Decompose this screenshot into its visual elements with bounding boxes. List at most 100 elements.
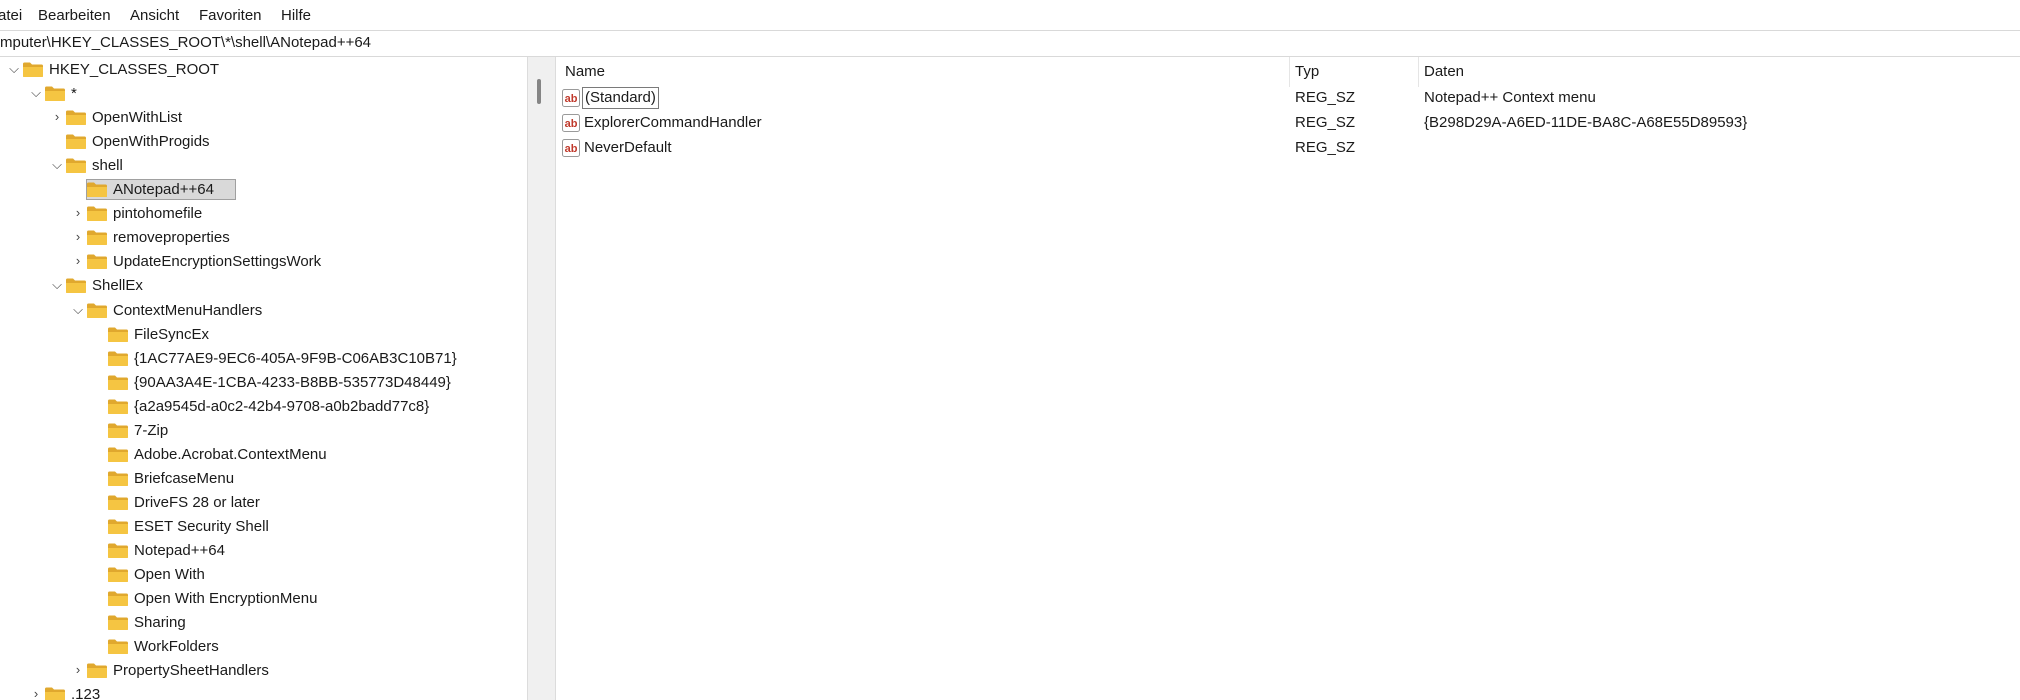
menu-bar: atei Bearbeiten Ansicht Favoriten Hilfe xyxy=(0,0,2020,28)
chevron-right-icon[interactable]: › xyxy=(71,663,85,677)
tree-node[interactable]: {a2a9545d-a0c2-42b4-9708-a0b2badd77c8} xyxy=(0,396,527,418)
value-type: REG_SZ xyxy=(1295,114,1356,131)
tree-node[interactable]: Open With xyxy=(0,564,527,586)
tree-node[interactable]: › UpdateEncryptionSettingsWork xyxy=(0,251,527,273)
tree-node-label: Open With EncryptionMenu xyxy=(134,590,318,608)
tree-node-label: HKEY_CLASSES_ROOT xyxy=(49,61,220,78)
tree-node[interactable]: ⌵ ShellEx xyxy=(0,275,527,297)
folder-icon xyxy=(107,614,129,631)
chevron-right-icon[interactable]: › xyxy=(71,230,85,244)
reg-sz-icon: ab xyxy=(562,139,580,157)
tree-node[interactable]: ANotepad++64 xyxy=(0,179,527,201)
tree-scrollbar[interactable] xyxy=(527,57,556,700)
value-row[interactable]: ab ExplorerCommandHandler REG_SZ {B298D29A-… xyxy=(556,111,2020,135)
folder-icon xyxy=(86,205,108,222)
tree-node[interactable]: ⌵ ContextMenuHandlers xyxy=(0,300,527,322)
tree-node-label: Open With xyxy=(134,566,205,584)
tree-node[interactable]: Open With EncryptionMenu xyxy=(0,588,527,610)
reg-sz-icon: ab xyxy=(562,114,580,132)
tree-node-label: removeproperties xyxy=(113,229,230,247)
chevron-down-icon[interactable]: ⌵ xyxy=(50,158,64,172)
folder-icon xyxy=(86,302,108,319)
tree-node-label: {1AC77AE9-9EC6-405A-9F9B-C06AB3C10B71} xyxy=(134,349,457,367)
tree-node[interactable]: ⌵ HKEY_CLASSES_ROOT xyxy=(0,59,527,81)
chevron-right-icon[interactable]: › xyxy=(71,206,85,220)
chevron-down-icon[interactable]: ⌵ xyxy=(29,86,43,100)
tree-node-label: Notepad++64 xyxy=(134,542,225,559)
column-header-type[interactable]: Typ xyxy=(1295,63,1319,80)
folder-icon xyxy=(107,494,129,511)
value-data: Notepad++ Context menu xyxy=(1424,89,1596,106)
chevron-down-icon[interactable]: ⌵ xyxy=(7,62,21,76)
menu-file[interactable]: atei xyxy=(0,6,22,26)
folder-icon xyxy=(107,542,129,559)
tree-node[interactable]: ⌵ shell xyxy=(0,155,527,177)
tree-node[interactable]: {1AC77AE9-9EC6-405A-9F9B-C06AB3C10B71} xyxy=(0,348,527,370)
tree-node[interactable]: › removeproperties xyxy=(0,227,527,249)
tree-node-label: {90AA3A4E-1CBA-4233-B8BB-535773D48449} xyxy=(134,373,451,391)
tree-node-label: ESET Security Shell xyxy=(134,517,269,535)
chevron-right-icon[interactable]: › xyxy=(71,254,85,268)
chevron-down-icon[interactable]: ⌵ xyxy=(50,278,64,292)
tree-node[interactable]: BriefcaseMenu xyxy=(0,468,527,490)
folder-icon xyxy=(107,374,129,391)
folder-icon xyxy=(107,566,129,583)
value-row[interactable]: ab NeverDefault REG_SZ xyxy=(556,136,2020,160)
svg-text:ab: ab xyxy=(565,143,578,155)
folder-icon xyxy=(86,253,108,270)
tree-node[interactable]: › PropertySheetHandlers xyxy=(0,660,527,682)
folder-icon xyxy=(65,157,87,174)
folder-icon xyxy=(107,590,129,607)
chevron-right-icon[interactable]: › xyxy=(29,687,43,700)
tree-node-label: OpenWithList xyxy=(92,109,183,127)
tree-node[interactable]: › OpenWithList xyxy=(0,107,527,129)
menu-edit[interactable]: Bearbeiten xyxy=(38,6,111,26)
tree-node-label: shell xyxy=(92,157,123,175)
value-name: ExplorerCommandHandler xyxy=(584,114,762,131)
registry-tree[interactable]: ⌵ HKEY_CLASSES_ROOT ⌵ * › OpenWithList OpenWit… xyxy=(0,57,527,700)
tree-node[interactable]: ⌵ * xyxy=(0,83,527,105)
tree-node[interactable]: Adobe.Acrobat.ContextMenu xyxy=(0,444,527,466)
folder-icon xyxy=(107,398,129,415)
column-divider[interactable] xyxy=(1418,57,1419,87)
folder-icon xyxy=(86,181,108,198)
scrollbar-thumb[interactable] xyxy=(537,79,541,104)
tree-node[interactable]: Notepad++64 xyxy=(0,540,527,562)
tree-node[interactable]: DriveFS 28 or later xyxy=(0,492,527,514)
tree-node-label: ContextMenuHandlers xyxy=(113,301,263,319)
value-row[interactable]: ab (Standard) REG_SZ Notepad++ Context menu xyxy=(556,86,2020,110)
tree-node[interactable]: › .123 xyxy=(0,684,527,700)
tree-node[interactable]: FileSyncEx xyxy=(0,324,527,346)
tree-node-label: DriveFS 28 or later xyxy=(134,493,260,511)
chevron-down-icon[interactable]: ⌵ xyxy=(71,302,85,317)
tree-node[interactable]: OpenWithProgids xyxy=(0,131,527,153)
column-header-data[interactable]: Daten xyxy=(1424,63,1464,80)
tree-node[interactable]: ESET Security Shell xyxy=(0,516,527,538)
tree-node[interactable]: {90AA3A4E-1CBA-4233-B8BB-535773D48449} xyxy=(0,372,527,394)
tree-node[interactable]: WorkFolders xyxy=(0,636,527,658)
folder-icon xyxy=(65,133,87,150)
values-list[interactable]: Name Typ Daten ab (Standard) REG_SZ Notepad… xyxy=(556,57,2020,700)
folder-icon xyxy=(107,350,129,367)
tree-node-label: PropertySheetHandlers xyxy=(113,662,269,680)
column-divider[interactable] xyxy=(1289,57,1290,87)
menu-help[interactable]: Hilfe xyxy=(281,6,311,26)
address-path[interactable]: mputer\HKEY_CLASSES_ROOT\*\shell\ANotepa… xyxy=(0,34,371,51)
tree-node-label: UpdateEncryptionSettingsWork xyxy=(113,253,322,271)
tree-node[interactable]: Sharing xyxy=(0,612,527,634)
folder-icon xyxy=(86,662,108,679)
folder-icon xyxy=(65,277,87,294)
tree-node-label: BriefcaseMenu xyxy=(134,469,235,487)
tree-node-label: Adobe.Acrobat.ContextMenu xyxy=(134,445,327,463)
column-header-name[interactable]: Name xyxy=(565,63,605,80)
folder-icon xyxy=(44,85,66,102)
value-name: NeverDefault xyxy=(584,139,672,156)
menu-favorites[interactable]: Favoriten xyxy=(199,6,262,26)
menu-view[interactable]: Ansicht xyxy=(130,6,179,26)
folder-icon xyxy=(44,686,66,700)
chevron-right-icon[interactable]: › xyxy=(50,110,64,124)
tree-node-label: ANotepad++64 xyxy=(113,181,214,199)
address-bar[interactable]: mputer\HKEY_CLASSES_ROOT\*\shell\ANotepa… xyxy=(0,30,2020,57)
tree-node[interactable]: 7-Zip xyxy=(0,420,527,442)
tree-node[interactable]: › pintohomefile xyxy=(0,203,527,225)
